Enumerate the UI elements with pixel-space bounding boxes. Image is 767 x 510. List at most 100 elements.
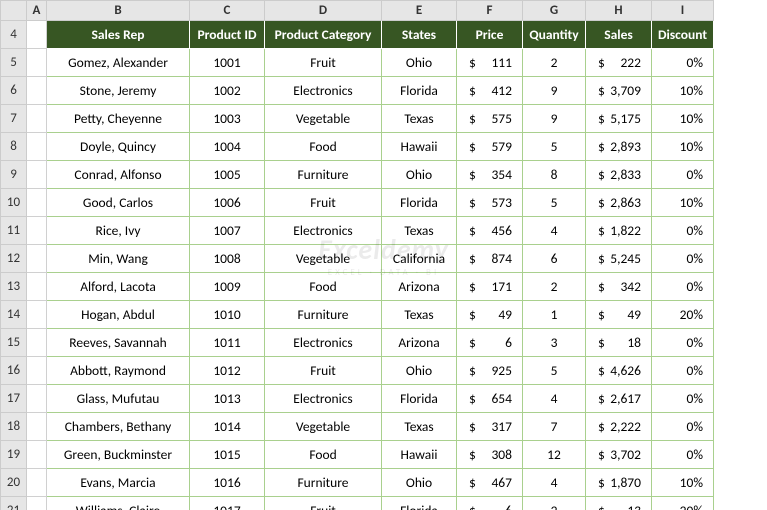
cell-sales[interactable]: $13 — [586, 497, 652, 510]
cell-sales-rep[interactable]: Gomez, Alexander — [47, 49, 190, 77]
cell-blank[interactable] — [27, 329, 47, 357]
cell-quantity[interactable]: 5 — [523, 133, 586, 161]
cell-quantity[interactable]: 9 — [523, 77, 586, 105]
cell-discount[interactable]: 10% — [652, 105, 714, 133]
row-head[interactable]: 19 — [1, 441, 27, 469]
cell-blank[interactable] — [27, 273, 47, 301]
cell-price[interactable]: $412 — [457, 77, 523, 105]
row-head[interactable]: 15 — [1, 329, 27, 357]
col-head-C[interactable]: C — [190, 1, 265, 21]
cell-product-id[interactable]: 1003 — [190, 105, 265, 133]
cell-price[interactable]: $874 — [457, 245, 523, 273]
cell-product-category[interactable]: Fruit — [265, 49, 382, 77]
row-head[interactable]: 9 — [1, 161, 27, 189]
cell-quantity[interactable]: 12 — [523, 441, 586, 469]
cell-discount[interactable]: 0% — [652, 49, 714, 77]
cell-sales-rep[interactable]: Rice, Ivy — [47, 217, 190, 245]
cell-sales-rep[interactable]: Petty, Cheyenne — [47, 105, 190, 133]
cell-product-category[interactable]: Food — [265, 273, 382, 301]
cell-blank[interactable] — [27, 413, 47, 441]
row-head[interactable]: 18 — [1, 413, 27, 441]
cell-sales[interactable]: $2,863 — [586, 189, 652, 217]
cell-blank[interactable] — [27, 77, 47, 105]
cell-discount[interactable]: 0% — [652, 217, 714, 245]
cell-quantity[interactable]: 2 — [523, 497, 586, 510]
cell-product-id[interactable]: 1013 — [190, 385, 265, 413]
cell-blank[interactable] — [27, 469, 47, 497]
cell-sales-rep[interactable]: Evans, Marcia — [47, 469, 190, 497]
cell-sales-rep[interactable]: Min, Wang — [47, 245, 190, 273]
cell-sales[interactable]: $5,175 — [586, 105, 652, 133]
cell-quantity[interactable]: 4 — [523, 469, 586, 497]
cell-states[interactable]: Hawaii — [382, 441, 457, 469]
cell-states[interactable]: Texas — [382, 413, 457, 441]
cell-product-id[interactable]: 1002 — [190, 77, 265, 105]
cell-sales[interactable]: $1,822 — [586, 217, 652, 245]
cell-product-category[interactable]: Electronics — [265, 385, 382, 413]
cell-sales[interactable]: $18 — [586, 329, 652, 357]
cell-states[interactable]: Texas — [382, 301, 457, 329]
cell-price[interactable]: $573 — [457, 189, 523, 217]
col-head-F[interactable]: F — [457, 1, 523, 21]
cell-discount[interactable]: 20% — [652, 497, 714, 510]
cell-blank[interactable] — [27, 245, 47, 273]
cell-price[interactable]: $579 — [457, 133, 523, 161]
cell-sales-rep[interactable]: Stone, Jeremy — [47, 77, 190, 105]
cell-discount[interactable]: 0% — [652, 441, 714, 469]
cell-blank[interactable] — [27, 49, 47, 77]
row-head[interactable]: 17 — [1, 385, 27, 413]
row-head[interactable]: 7 — [1, 105, 27, 133]
col-head-G[interactable]: G — [523, 1, 586, 21]
cell-discount[interactable]: 10% — [652, 77, 714, 105]
cell-states[interactable]: Texas — [382, 217, 457, 245]
header-sales[interactable]: Sales — [586, 21, 652, 49]
cell-blank[interactable] — [27, 357, 47, 385]
cell-sales[interactable]: $2,893 — [586, 133, 652, 161]
header-discount[interactable]: Discount — [652, 21, 714, 49]
cell-states[interactable]: Hawaii — [382, 133, 457, 161]
cell-discount[interactable]: 20% — [652, 301, 714, 329]
cell-product-id[interactable]: 1005 — [190, 161, 265, 189]
cell-product-id[interactable]: 1007 — [190, 217, 265, 245]
cell-blank[interactable] — [27, 385, 47, 413]
header-quantity[interactable]: Quantity — [523, 21, 586, 49]
header-product-id[interactable]: Product ID — [190, 21, 265, 49]
cell-price[interactable]: $456 — [457, 217, 523, 245]
cell-product-category[interactable]: Fruit — [265, 357, 382, 385]
col-head-A[interactable]: A — [27, 1, 47, 21]
cell-quantity[interactable]: 4 — [523, 385, 586, 413]
cell-sales-rep[interactable]: Conrad, Alfonso — [47, 161, 190, 189]
cell-sales[interactable]: $2,222 — [586, 413, 652, 441]
cell-price[interactable]: $6 — [457, 497, 523, 510]
cell-discount[interactable]: 0% — [652, 161, 714, 189]
cell-product-category[interactable]: Furniture — [265, 161, 382, 189]
cell-product-id[interactable]: 1004 — [190, 133, 265, 161]
header-product-category[interactable]: Product Category — [265, 21, 382, 49]
col-head-I[interactable]: I — [652, 1, 714, 21]
cell-product-category[interactable]: Fruit — [265, 189, 382, 217]
cell-states[interactable]: Ohio — [382, 469, 457, 497]
cell-price[interactable]: $317 — [457, 413, 523, 441]
cell-quantity[interactable]: 2 — [523, 273, 586, 301]
cell-price[interactable]: $171 — [457, 273, 523, 301]
cell-blank[interactable] — [27, 441, 47, 469]
cell-states[interactable]: Arizona — [382, 329, 457, 357]
cell-sales-rep[interactable]: Chambers, Bethany — [47, 413, 190, 441]
cell-product-id[interactable]: 1014 — [190, 413, 265, 441]
cell-quantity[interactable]: 5 — [523, 189, 586, 217]
cell-product-id[interactable]: 1011 — [190, 329, 265, 357]
cell-states[interactable]: Ohio — [382, 49, 457, 77]
cell-product-category[interactable]: Food — [265, 441, 382, 469]
row-head[interactable]: 12 — [1, 245, 27, 273]
cell-sales-rep[interactable]: Glass, Mufutau — [47, 385, 190, 413]
cell-discount[interactable]: 0% — [652, 385, 714, 413]
row-head[interactable]: 5 — [1, 49, 27, 77]
cell-product-id[interactable]: 1016 — [190, 469, 265, 497]
header-sales-rep[interactable]: Sales Rep — [47, 21, 190, 49]
cell-blank[interactable] — [27, 133, 47, 161]
cell-product-category[interactable]: Electronics — [265, 217, 382, 245]
cell-sales-rep[interactable]: Doyle, Quincy — [47, 133, 190, 161]
cell-sales[interactable]: $1,870 — [586, 469, 652, 497]
col-head-H[interactable]: H — [586, 1, 652, 21]
cell-sales[interactable]: $222 — [586, 49, 652, 77]
